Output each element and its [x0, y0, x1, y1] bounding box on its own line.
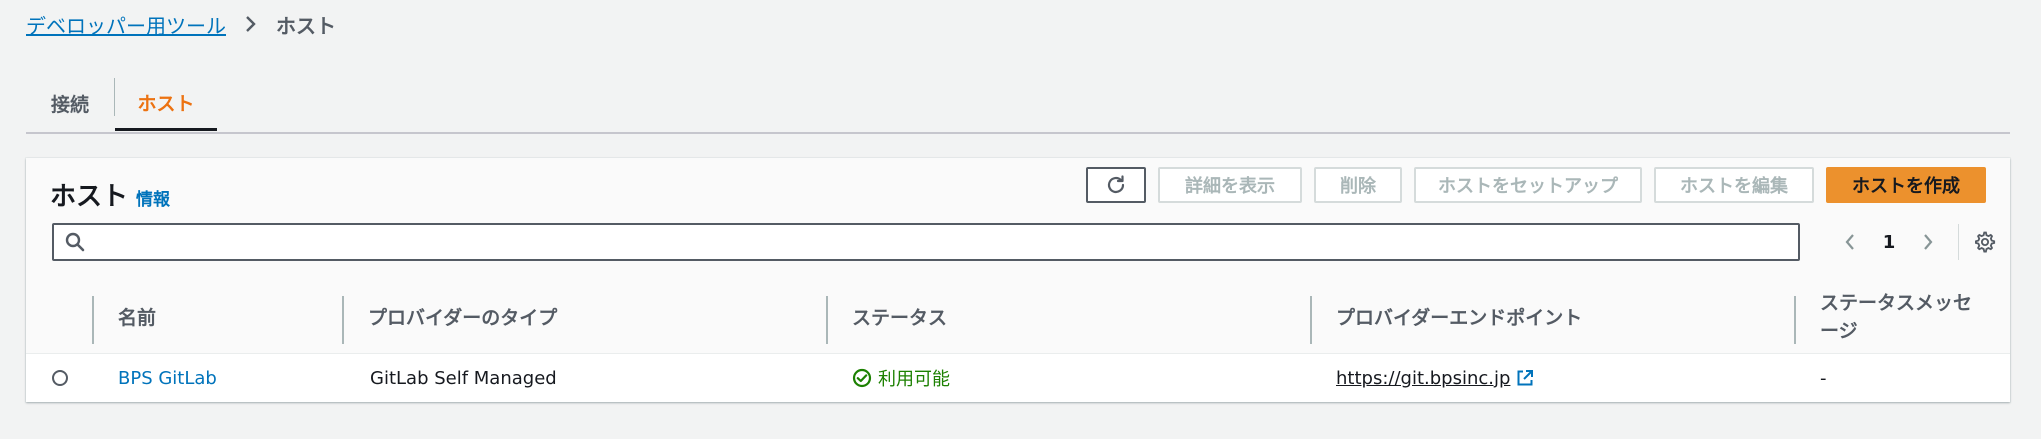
host-name-link[interactable]: BPS GitLab	[118, 368, 217, 389]
row-name-cell: BPS GitLab	[118, 354, 217, 402]
chevron-right-icon	[238, 11, 264, 37]
row-radio-button[interactable]	[52, 370, 68, 386]
column-header-status[interactable]: ステータス	[852, 280, 947, 353]
page-number[interactable]: 1	[1874, 232, 1904, 253]
endpoint-link-text: https://git.bpsinc.jp	[1336, 367, 1511, 389]
row-endpoint-cell: https://git.bpsinc.jp	[1336, 354, 1534, 402]
chevron-right-icon[interactable]	[1916, 230, 1940, 254]
column-header-status-message[interactable]: ステータスメッセージ	[1820, 280, 1990, 353]
external-link-icon	[1516, 369, 1534, 387]
tab-list: 接続 ホスト	[26, 70, 2010, 134]
container-header: ホスト 情報 詳細を表示 削除 ホストをセットアップ ホストを編集 ホストを作成	[26, 158, 2010, 281]
hosts-table-container: ホスト 情報 詳細を表示 削除 ホストをセットアップ ホストを編集 ホストを作成	[26, 158, 2010, 402]
refresh-icon	[1104, 173, 1128, 197]
column-header-provider-type[interactable]: プロバイダーのタイプ	[368, 280, 557, 353]
search-input[interactable]	[94, 226, 1798, 258]
row-status-cell: 利用可能	[852, 354, 950, 402]
breadcrumb-current: ホスト	[276, 13, 336, 38]
tab-hosts[interactable]: ホスト	[115, 76, 217, 131]
breadcrumb: デベロッパー用ツール ホスト	[26, 10, 336, 38]
column-divider	[1310, 296, 1312, 344]
search-icon	[64, 231, 86, 253]
setup-host-button[interactable]: ホストをセットアップ	[1414, 167, 1642, 203]
column-divider	[826, 296, 828, 344]
pagination-divider	[1958, 224, 1959, 260]
header-title-group: ホスト 情報	[50, 172, 170, 222]
pagination: 1	[1838, 224, 1997, 260]
refresh-button[interactable]	[1086, 167, 1146, 203]
table-row[interactable]: BPS GitLab GitLab Self Managed 利用可能 http…	[26, 354, 2010, 402]
status-indicator: 利用可能	[852, 365, 950, 391]
view-details-button[interactable]: 詳細を表示	[1158, 167, 1302, 203]
info-link[interactable]: 情報	[136, 185, 170, 210]
gear-icon[interactable]	[1973, 230, 1997, 254]
action-buttons: 詳細を表示 削除 ホストをセットアップ ホストを編集 ホストを作成	[1086, 166, 1986, 204]
endpoint-link[interactable]: https://git.bpsinc.jp	[1336, 368, 1534, 389]
row-select-cell	[52, 354, 68, 402]
edit-host-button[interactable]: ホストを編集	[1654, 167, 1814, 203]
breadcrumb-developer-tools-link[interactable]: デベロッパー用ツール	[26, 10, 226, 39]
column-divider	[1794, 296, 1796, 344]
create-host-button[interactable]: ホストを作成	[1826, 167, 1986, 203]
page-title: ホスト	[50, 182, 129, 212]
tab-connections[interactable]: 接続	[26, 76, 114, 130]
check-circle-icon	[852, 368, 872, 388]
status-text: 利用可能	[878, 369, 950, 390]
delete-button[interactable]: 削除	[1314, 167, 1402, 203]
row-provider-type-cell: GitLab Self Managed	[370, 367, 557, 389]
column-divider	[342, 296, 344, 344]
column-header-provider-endpoint[interactable]: プロバイダーエンドポイント	[1336, 280, 1582, 353]
chevron-left-icon[interactable]	[1838, 230, 1862, 254]
row-status-message-cell: -	[1820, 367, 1827, 389]
column-header-name[interactable]: 名前	[118, 280, 156, 353]
column-divider	[92, 296, 94, 344]
table-header: 名前 プロバイダーのタイプ ステータス プロバイダーエンドポイント ステータスメ…	[26, 280, 2010, 354]
search-box	[52, 223, 1800, 261]
